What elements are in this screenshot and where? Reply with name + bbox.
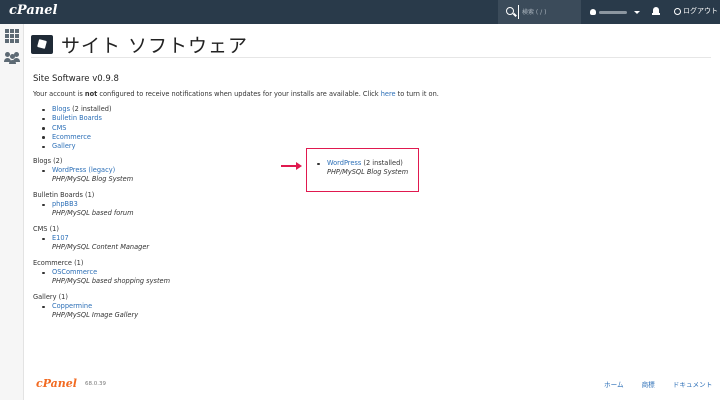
app-description: PHP/MySQL based forum — [52, 209, 134, 218]
category-heading: Gallery (1) — [33, 293, 68, 302]
category-gallery: Gallery (1) Coppermine PHP/MySQL Image G… — [33, 293, 493, 320]
category-link-gallery[interactable]: Gallery — [52, 142, 75, 150]
app-description: PHP/MySQL Image Gallery — [52, 311, 139, 320]
category-cms: CMS (1) E107 PHP/MySQL Content Manager — [33, 225, 493, 252]
category-link-ecommerce[interactable]: Ecommerce — [52, 133, 91, 141]
app-description: PHP/MySQL Content Manager — [52, 243, 150, 252]
page-header: サイト ソフトウェア — [31, 31, 248, 58]
footer-links: ホーム 商標 ドキュメント — [604, 379, 712, 389]
top-bar: cPanel ログアウト — [0, 0, 720, 24]
app-link-phpbb3[interactable]: phpBB3 — [52, 200, 78, 208]
version-number: 68.0.39 — [85, 381, 106, 387]
caret-down-icon — [634, 11, 640, 14]
category-link-bulletin-boards[interactable]: Bulletin Boards — [52, 114, 102, 122]
footer-link-trademarks[interactable]: 商標 — [642, 379, 655, 389]
category-heading: Blogs (2) — [33, 157, 63, 166]
app-entry: phpBB3 PHP/MySQL based forum — [33, 200, 493, 218]
app-link-coppermine[interactable]: Coppermine — [52, 302, 92, 310]
app-description: PHP/MySQL Blog System — [327, 168, 409, 176]
search-box[interactable] — [498, 0, 581, 24]
search-input[interactable] — [518, 5, 576, 19]
footer-link-documentation[interactable]: ドキュメント — [673, 379, 713, 389]
app-link-wordpress-legacy[interactable]: WordPress (legacy) — [52, 166, 115, 174]
apps-grid-icon[interactable] — [5, 29, 19, 43]
main-content: Site Software v0.9.8 Your account is not… — [33, 74, 493, 327]
footer: cPanel 68.0.39 ホーム 商標 ドキュメント — [0, 370, 720, 400]
app-entry: E107 PHP/MySQL Content Manager — [33, 234, 493, 252]
notification-notice: Your account is not configured to receiv… — [33, 90, 439, 98]
app-description: PHP/MySQL Blog System — [52, 175, 134, 184]
enable-notifications-link[interactable]: here — [381, 90, 396, 98]
user-menu[interactable] — [590, 0, 642, 24]
category-heading: Bulletin Boards (1) — [33, 191, 95, 200]
category-heading: Ecommerce (1) — [33, 259, 84, 268]
highlight-box: WordPress (2 installed) PHP/MySQL Blog S… — [306, 148, 419, 192]
site-software-icon — [31, 35, 53, 54]
logout-label: ログアウト — [683, 7, 718, 15]
category-link-blogs[interactable]: Blogs — [52, 105, 70, 113]
app-link-wordpress[interactable]: WordPress — [327, 159, 361, 167]
list-item: Blogs (2 installed) — [41, 105, 493, 114]
logout-button[interactable]: ログアウト — [674, 6, 718, 16]
app-link-e107[interactable]: E107 — [52, 234, 69, 242]
category-link-cms[interactable]: CMS — [52, 124, 66, 132]
bell-icon[interactable] — [652, 7, 660, 16]
user-icon — [590, 9, 596, 15]
divider — [31, 57, 711, 58]
app-entry: WordPress (legacy) PHP/MySQL Blog System — [33, 166, 493, 184]
cpanel-logo[interactable]: cPanel — [9, 3, 57, 18]
highlighted-app-entry: WordPress (2 installed) PHP/MySQL Blog S… — [316, 159, 416, 177]
list-item: Bulletin Boards — [41, 114, 493, 123]
users-icon[interactable] — [4, 52, 20, 64]
logout-icon — [674, 7, 681, 15]
category-ecommerce: Ecommerce (1) OSCommerce PHP/MySQL based… — [33, 259, 493, 286]
sidebar — [0, 24, 24, 400]
app-link-oscommerce[interactable]: OSCommerce — [52, 268, 97, 276]
category-link-list: Blogs (2 installed) Bulletin Boards CMS … — [33, 105, 493, 151]
user-name-redacted — [599, 11, 627, 14]
list-item: Ecommerce — [41, 133, 493, 142]
list-item: Gallery — [41, 142, 493, 151]
footer-cpanel-logo: cPanel — [36, 377, 77, 390]
category-heading: CMS (1) — [33, 225, 59, 234]
footer-link-home[interactable]: ホーム — [604, 379, 624, 389]
app-entry: Coppermine PHP/MySQL Image Gallery — [33, 302, 493, 320]
annotation-arrow-icon — [281, 162, 303, 170]
page-title: サイト ソフトウェア — [61, 35, 249, 57]
search-icon — [506, 7, 514, 15]
category-bulletin-boards: Bulletin Boards (1) phpBB3 PHP/MySQL bas… — [33, 191, 493, 218]
notice-emphasis: not — [84, 90, 98, 98]
app-description: PHP/MySQL based shopping system — [52, 277, 171, 286]
app-entry: OSCommerce PHP/MySQL based shopping syst… — [33, 268, 493, 286]
list-item: CMS — [41, 124, 493, 133]
category-blogs: Blogs (2) WordPress (legacy) PHP/MySQL B… — [33, 157, 493, 184]
section-heading: Site Software v0.9.8 — [33, 74, 119, 84]
